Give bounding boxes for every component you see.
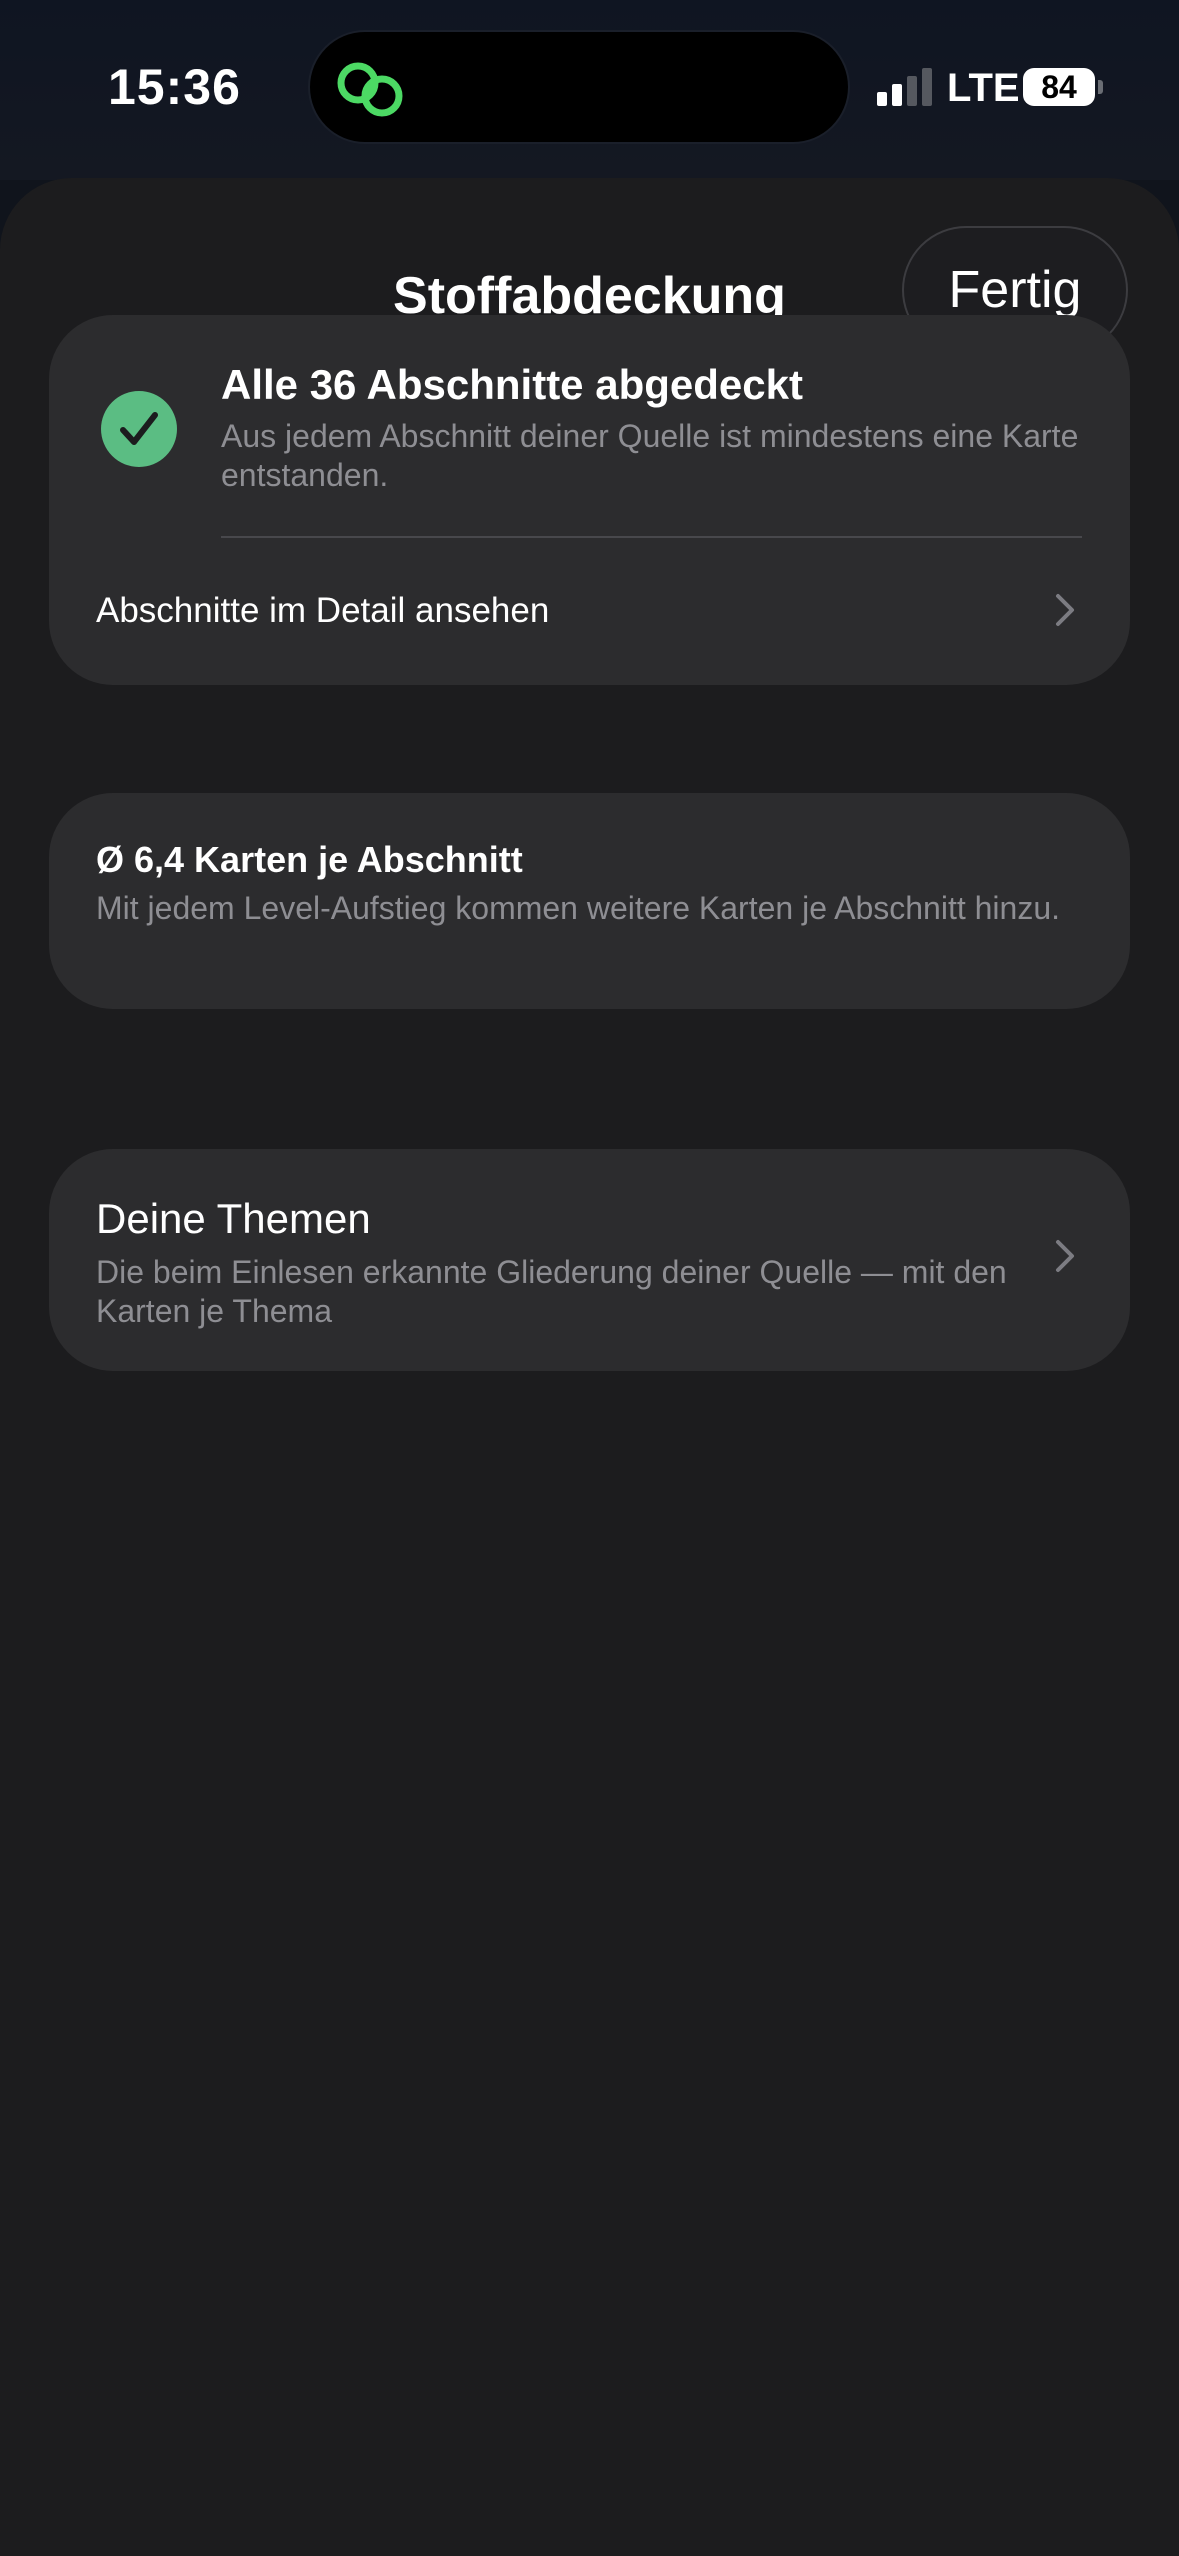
dynamic-island[interactable] — [310, 32, 848, 142]
status-time: 15:36 — [108, 59, 241, 115]
battery-cap — [1098, 80, 1103, 94]
cellular-signal-icon — [877, 68, 932, 106]
sections-detail-label: Abschnitte im Detail ansehen — [96, 591, 550, 630]
topics-title: Deine Themen — [96, 1195, 371, 1242]
battery-level: 84 — [1041, 68, 1077, 105]
average-cards-card: Ø 6,4 Karten je Abschnitt Mit jedem Leve… — [49, 793, 1130, 1009]
network-type: LTE — [947, 66, 1020, 110]
topics-description: Die beim Einlesen erkannte Gliederung de… — [96, 1254, 1007, 1329]
battery-icon: 84 — [1023, 68, 1095, 106]
sections-detail-link[interactable]: Abschnitte im Detail ansehen — [49, 539, 1130, 685]
checkmark-circle-icon — [101, 391, 177, 467]
divider — [221, 536, 1082, 538]
chevron-right-icon — [1056, 594, 1074, 626]
coverage-title: Alle 36 Abschnitte abgedeckt — [221, 361, 803, 408]
status-bar: 15:36 LTE 84 — [0, 0, 1179, 180]
link-rings-icon — [337, 62, 403, 117]
coverage-description: Aus jedem Abschnitt deiner Quelle ist mi… — [221, 418, 1079, 493]
average-cards-description: Mit jedem Level-Aufstieg kommen weitere … — [96, 890, 1061, 926]
average-cards-title: Ø 6,4 Karten je Abschnitt — [96, 839, 523, 880]
coverage-card: Alle 36 Abschnitte abgedeckt Aus jedem A… — [49, 315, 1130, 685]
topics-card[interactable]: Deine Themen Die beim Einlesen erkannte … — [49, 1149, 1130, 1371]
chevron-right-icon — [1056, 1240, 1074, 1272]
